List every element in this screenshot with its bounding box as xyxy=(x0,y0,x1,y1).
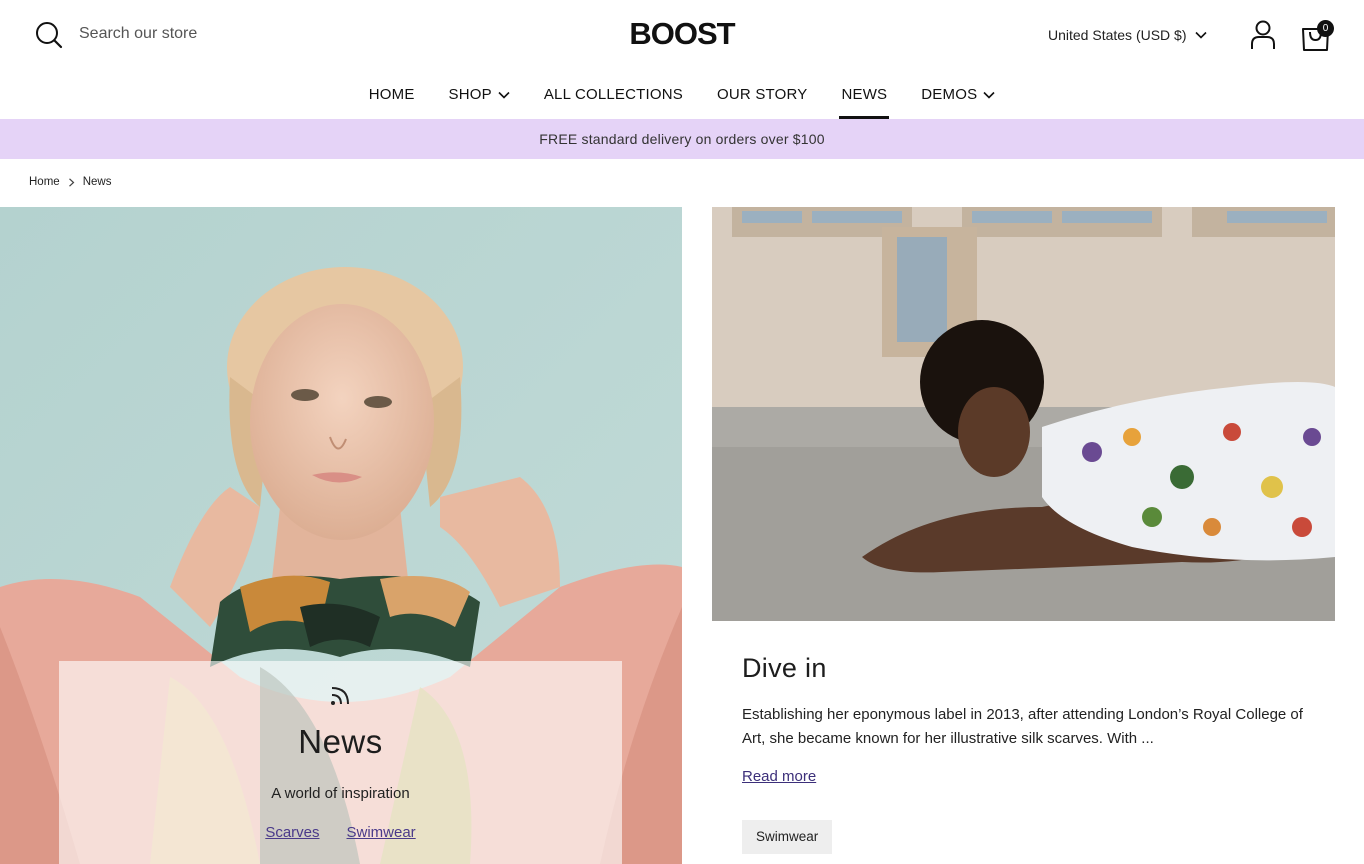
nav-item-home[interactable]: HOME xyxy=(352,70,432,119)
nav-item-demos[interactable]: DEMOS xyxy=(904,70,1012,119)
nav-item-news[interactable]: NEWS xyxy=(824,70,904,119)
article-tag-badge[interactable]: Swimwear xyxy=(742,820,833,854)
article-image-swimwear[interactable] xyxy=(712,207,1335,621)
blog-hero: News A world of inspiration Scarves Swim… xyxy=(0,207,682,864)
blog-subtitle: A world of inspiration xyxy=(271,785,410,802)
article-excerpt: Establishing her eponymous label in 2013… xyxy=(742,706,1303,747)
breadcrumb: Home News xyxy=(29,176,111,188)
currency-label: United States (USD $) xyxy=(1048,27,1187,43)
nav-item-label: ALL COLLECTIONS xyxy=(543,86,684,103)
article-title[interactable]: Dive in xyxy=(742,653,827,684)
blog-tag-links: Scarves Swimwear xyxy=(59,824,622,841)
nav-item-label: OUR STORY xyxy=(717,86,808,103)
nav-item-label: DEMOS xyxy=(921,86,978,103)
announcement-bar: FREE standard delivery on orders over $1… xyxy=(0,119,1364,159)
account-icon[interactable] xyxy=(1250,20,1276,50)
site-header: Search our store BOOST United States (US… xyxy=(0,0,1364,70)
read-more-link[interactable]: Read more xyxy=(742,768,816,785)
nav-item-label: SHOP xyxy=(448,86,492,103)
nav-item-all-collections[interactable]: ALL COLLECTIONS xyxy=(527,70,700,119)
currency-selector[interactable]: United States (USD $) xyxy=(1048,27,1207,43)
nav-item-our-story[interactable]: OUR STORY xyxy=(700,70,824,119)
tag-link-swimwear[interactable]: Swimwear xyxy=(347,824,416,841)
nav-item-shop[interactable]: SHOP xyxy=(432,70,527,119)
breadcrumb-current: News xyxy=(82,176,112,188)
tag-link-scarves[interactable]: Scarves xyxy=(265,824,319,841)
chevron-down-icon xyxy=(498,91,510,99)
page-title: News xyxy=(298,723,383,760)
breadcrumb-home-link[interactable]: Home xyxy=(29,176,60,188)
chevron-down-icon xyxy=(1194,31,1207,39)
chevron-right-icon xyxy=(68,177,75,187)
nav-item-label: NEWS xyxy=(841,86,888,103)
rss-icon[interactable] xyxy=(329,685,351,707)
article-photo xyxy=(712,207,1335,621)
nav-item-label: HOME xyxy=(368,86,415,103)
chevron-down-icon xyxy=(983,91,995,99)
blog-info-card: News A world of inspiration Scarves Swim… xyxy=(59,661,622,864)
main-nav: HOME SHOP ALL COLLECTIONS OUR STORY NEWS… xyxy=(0,70,1364,119)
cart-count-badge: 0 xyxy=(1317,20,1334,37)
